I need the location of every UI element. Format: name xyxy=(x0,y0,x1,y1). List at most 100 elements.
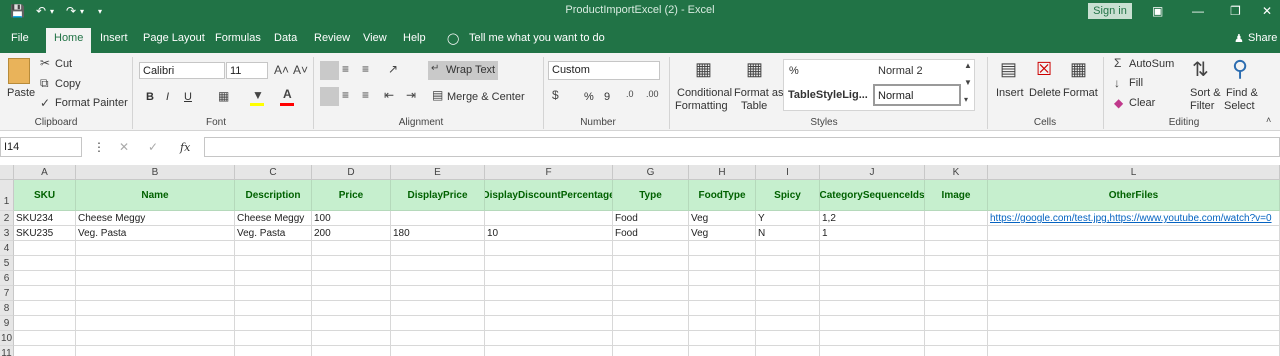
format-as-table-button-line2[interactable]: Table xyxy=(741,100,767,112)
empty-cell[interactable] xyxy=(756,271,820,286)
underline-button[interactable]: U xyxy=(184,91,192,103)
empty-cell[interactable] xyxy=(613,346,689,356)
tab-data[interactable]: Data xyxy=(274,32,297,44)
empty-cell[interactable] xyxy=(391,256,485,271)
empty-cell[interactable] xyxy=(235,331,312,346)
copy-button[interactable]: Copy xyxy=(55,78,81,90)
row-header-6[interactable]: 6 xyxy=(0,271,14,286)
middle-align-icon[interactable]: ≡ xyxy=(342,62,349,76)
align-right-icon[interactable]: ≡ xyxy=(362,88,369,102)
conditional-formatting-button[interactable]: Conditional xyxy=(677,87,732,99)
delete-cells-button[interactable]: Delete xyxy=(1029,87,1061,99)
clear-button[interactable]: Clear xyxy=(1129,97,1155,109)
data-cell[interactable]: Food xyxy=(613,226,689,241)
header-cell[interactable]: OtherFiles xyxy=(988,180,1280,211)
empty-cell[interactable] xyxy=(235,301,312,316)
row-header-7[interactable]: 7 xyxy=(0,286,14,301)
data-cell[interactable]: Cheese Meggy xyxy=(235,211,312,226)
data-cell[interactable]: 10 xyxy=(485,226,613,241)
sort-filter-button-line2[interactable]: Filter xyxy=(1190,100,1214,112)
row-header-3[interactable]: 3 xyxy=(0,226,14,241)
empty-cell[interactable] xyxy=(756,241,820,256)
increase-decimal-icon[interactable]: .0 xyxy=(626,89,634,99)
empty-cell[interactable] xyxy=(485,271,613,286)
empty-cell[interactable] xyxy=(925,256,988,271)
data-cell[interactable]: Veg. Pasta xyxy=(76,226,235,241)
percent-style-button[interactable]: % xyxy=(584,91,594,103)
empty-cell[interactable] xyxy=(756,316,820,331)
empty-cell[interactable] xyxy=(689,316,756,331)
collapse-ribbon-icon[interactable]: ˄ xyxy=(1266,115,1271,125)
header-cell[interactable]: DisplayDiscountPercentage xyxy=(485,180,613,211)
paste-icon[interactable] xyxy=(8,58,30,84)
format-painter-button[interactable]: Format Painter xyxy=(55,97,128,109)
comma-style-button[interactable]: 9 xyxy=(604,91,610,103)
empty-cell[interactable] xyxy=(988,271,1280,286)
empty-cell[interactable] xyxy=(76,241,235,256)
restore-icon[interactable]: ❐ xyxy=(1230,4,1241,18)
header-cell[interactable]: CategorySequenceIds xyxy=(820,180,925,211)
column-header-g[interactable]: G xyxy=(613,165,689,180)
style-percent[interactable]: % xyxy=(789,65,799,77)
orientation-icon[interactable]: ↗ xyxy=(388,62,398,76)
sort-filter-button[interactable]: Sort & xyxy=(1190,87,1221,99)
empty-cell[interactable] xyxy=(312,331,391,346)
empty-cell[interactable] xyxy=(391,286,485,301)
data-cell[interactable]: SKU234 xyxy=(14,211,76,226)
paste-button[interactable]: Paste xyxy=(7,87,35,99)
empty-cell[interactable] xyxy=(756,286,820,301)
data-cell[interactable]: Y xyxy=(756,211,820,226)
empty-cell[interactable] xyxy=(820,256,925,271)
empty-cell[interactable] xyxy=(925,331,988,346)
empty-cell[interactable] xyxy=(391,241,485,256)
align-left-icon[interactable] xyxy=(320,87,339,106)
empty-cell[interactable] xyxy=(14,256,76,271)
column-header-e[interactable]: E xyxy=(391,165,485,180)
data-cell[interactable]: SKU235 xyxy=(14,226,76,241)
name-box[interactable]: I14 xyxy=(0,137,82,157)
empty-cell[interactable] xyxy=(820,286,925,301)
empty-cell[interactable] xyxy=(988,316,1280,331)
empty-cell[interactable] xyxy=(76,256,235,271)
select-all-corner[interactable] xyxy=(0,165,14,180)
empty-cell[interactable] xyxy=(14,301,76,316)
align-center-icon[interactable]: ≡ xyxy=(342,88,349,102)
empty-cell[interactable] xyxy=(689,346,756,356)
empty-cell[interactable] xyxy=(14,346,76,356)
empty-cell[interactable] xyxy=(485,241,613,256)
empty-cell[interactable] xyxy=(76,271,235,286)
empty-cell[interactable] xyxy=(689,241,756,256)
empty-cell[interactable] xyxy=(76,301,235,316)
tab-help[interactable]: Help xyxy=(403,32,426,44)
empty-cell[interactable] xyxy=(613,271,689,286)
data-cell[interactable]: Food xyxy=(613,211,689,226)
fill-color-icon[interactable]: ▼ xyxy=(252,88,264,102)
data-cell[interactable]: 100 xyxy=(312,211,391,226)
empty-cell[interactable] xyxy=(988,301,1280,316)
empty-cell[interactable] xyxy=(613,316,689,331)
empty-cell[interactable] xyxy=(988,331,1280,346)
empty-cell[interactable] xyxy=(756,331,820,346)
empty-cell[interactable] xyxy=(820,241,925,256)
italic-button[interactable]: I xyxy=(166,91,169,103)
empty-cell[interactable] xyxy=(391,271,485,286)
font-size-box[interactable]: 11 xyxy=(226,62,268,79)
empty-cell[interactable] xyxy=(391,331,485,346)
empty-cell[interactable] xyxy=(820,271,925,286)
empty-cell[interactable] xyxy=(485,316,613,331)
empty-cell[interactable] xyxy=(613,256,689,271)
style-normal[interactable]: Normal xyxy=(873,84,961,106)
formula-bar-options-icon[interactable]: ⋮ xyxy=(93,140,105,154)
empty-cell[interactable] xyxy=(689,271,756,286)
data-cell[interactable]: N xyxy=(756,226,820,241)
tab-review[interactable]: Review xyxy=(314,32,350,44)
tab-home[interactable]: Home xyxy=(46,28,92,53)
empty-cell[interactable] xyxy=(613,241,689,256)
style-normal-2[interactable]: Normal 2 xyxy=(878,65,923,77)
close-icon[interactable]: ✕ xyxy=(1262,4,1272,18)
enter-icon[interactable]: ✓ xyxy=(148,140,158,154)
empty-cell[interactable] xyxy=(312,316,391,331)
style-table-style-light[interactable]: TableStyleLig... xyxy=(788,89,868,101)
empty-cell[interactable] xyxy=(689,286,756,301)
column-header-c[interactable]: C xyxy=(235,165,312,180)
